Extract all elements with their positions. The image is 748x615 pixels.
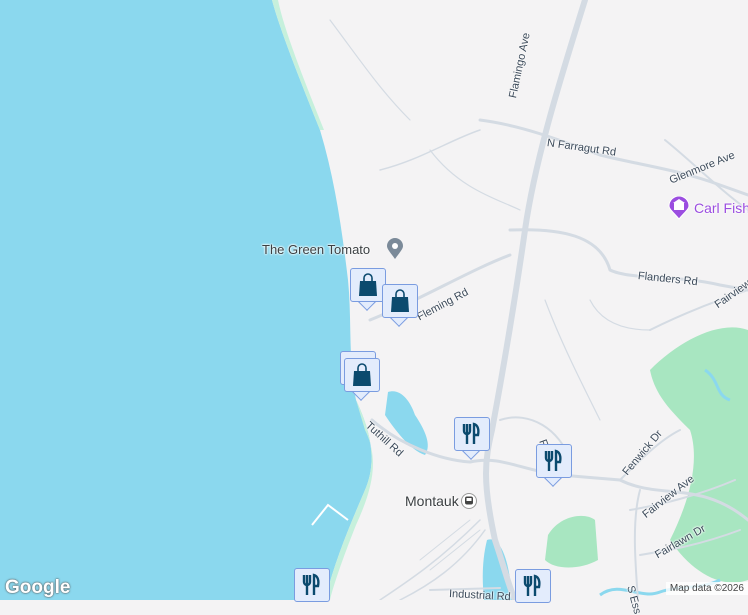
place-label-montauk[interactable]: Montauk bbox=[405, 493, 459, 509]
shopping-bag-icon bbox=[353, 363, 371, 386]
restaurant-icon bbox=[302, 573, 320, 595]
restaurant-marker[interactable] bbox=[515, 569, 551, 613]
location-pin-icon[interactable] bbox=[386, 238, 404, 260]
place-label-carl-fish[interactable]: Carl Fish bbox=[694, 200, 748, 216]
park-small bbox=[545, 515, 598, 568]
place-label-green-tomato[interactable]: The Green Tomato bbox=[262, 242, 370, 257]
shopping-bag-icon bbox=[359, 273, 377, 296]
road-label-industrial-rd: Industrial Rd bbox=[448, 588, 511, 604]
shop-marker[interactable] bbox=[344, 358, 380, 402]
restaurant-marker[interactable] bbox=[536, 444, 572, 488]
ocean bbox=[0, 0, 372, 600]
shop-marker[interactable] bbox=[350, 268, 386, 312]
map-attribution[interactable]: Map data ©2026 bbox=[665, 582, 748, 595]
shopping-bag-icon bbox=[391, 289, 409, 312]
restaurant-marker[interactable] bbox=[454, 417, 490, 461]
shop-marker[interactable] bbox=[382, 284, 418, 328]
google-logo: Google bbox=[5, 577, 71, 598]
restaurant-icon bbox=[523, 574, 541, 596]
museum-icon[interactable] bbox=[668, 196, 690, 220]
restaurant-marker[interactable] bbox=[294, 568, 330, 612]
restaurant-icon bbox=[544, 449, 562, 471]
restaurant-icon bbox=[462, 422, 480, 444]
train-station-icon[interactable] bbox=[461, 493, 477, 509]
